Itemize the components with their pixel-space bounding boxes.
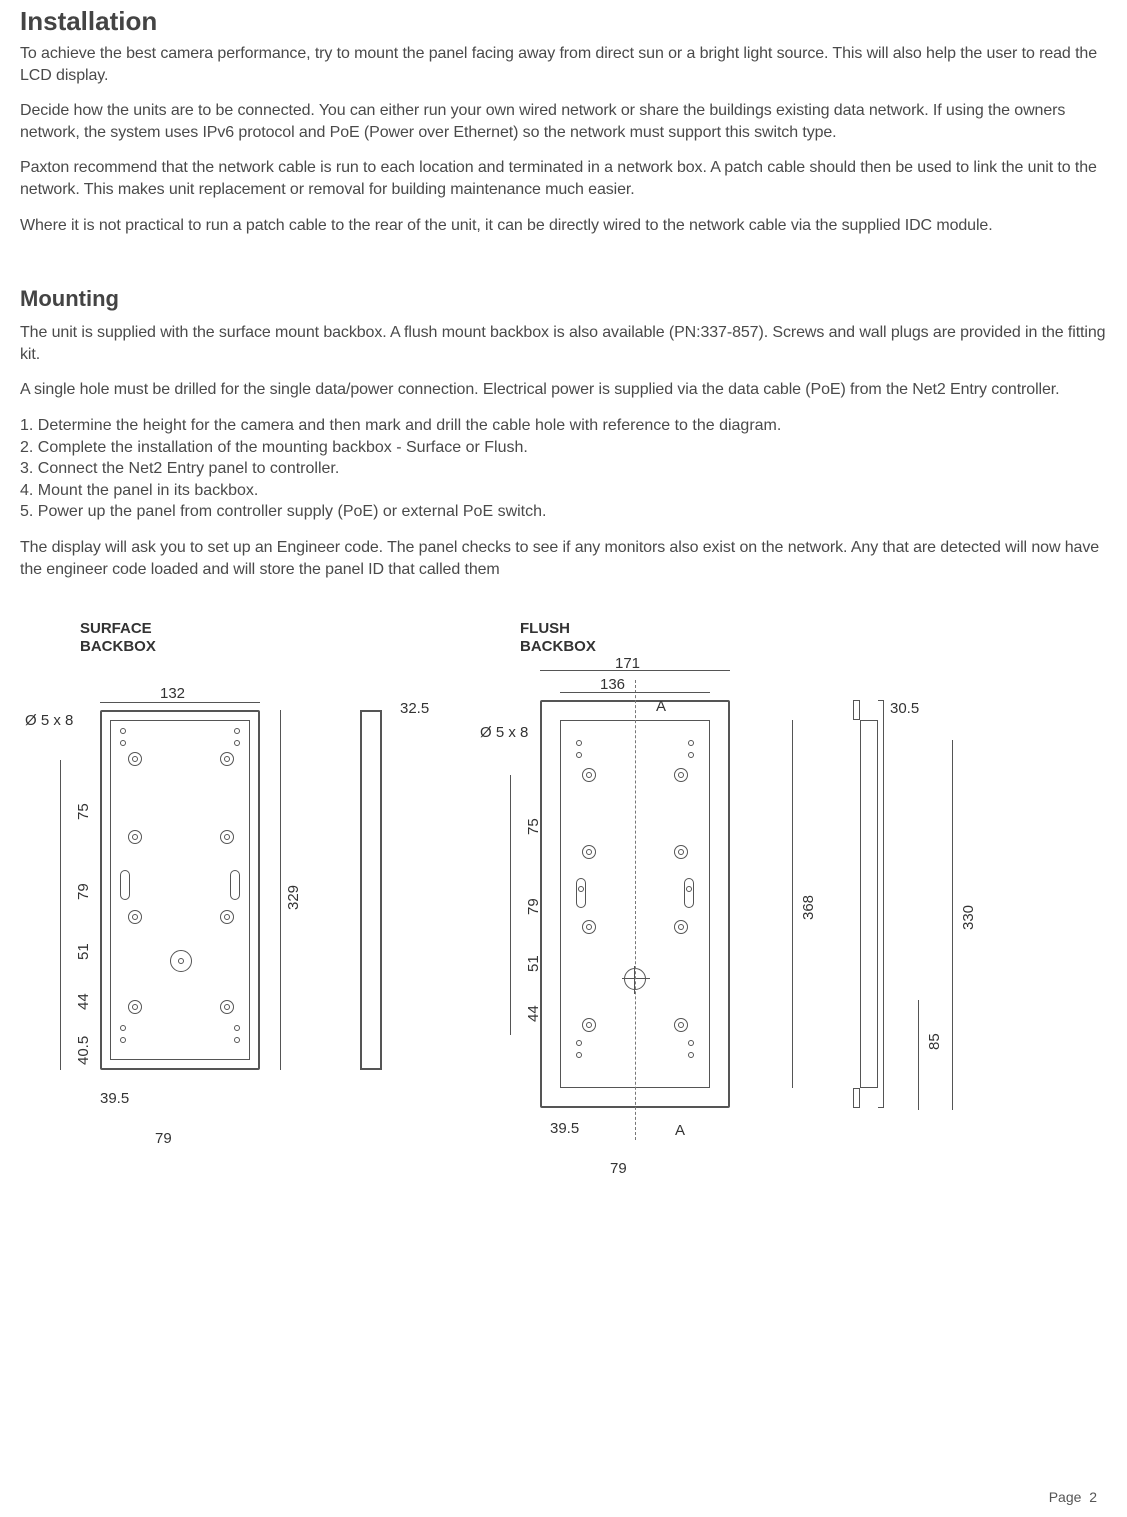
surface-slot: [120, 870, 130, 900]
para-mount-1: The unit is supplied with the surface mo…: [20, 322, 1107, 365]
flush-bighole: [582, 920, 596, 934]
dim-surface-44: 44: [75, 993, 92, 1010]
flush-bighole: [582, 768, 596, 782]
dimline: [540, 670, 730, 671]
surface-bighole: [128, 910, 142, 924]
dim-flush-136: 136: [600, 676, 625, 693]
flush-bighole: [582, 845, 596, 859]
flush-side-flange: [878, 700, 884, 1108]
dim-surface-51: 51: [75, 943, 92, 960]
step-5: 5. Power up the panel from controller su…: [20, 501, 1107, 523]
step-4: 4. Mount the panel in its backbox.: [20, 480, 1107, 502]
dim-surface-405: 40.5: [75, 1036, 92, 1065]
dim-surface-width: 132: [160, 685, 185, 702]
dim-flush-330: 330: [960, 905, 977, 930]
dim-surface-bot79: 79: [155, 1130, 172, 1147]
surface-cable-hole: [170, 950, 192, 972]
dim-flush-44: 44: [525, 1005, 542, 1022]
para-install-4: Where it is not practical to run a patch…: [20, 215, 1107, 237]
surface-backbox-title: SURFACE BACKBOX: [80, 620, 156, 656]
flush-bighole: [674, 920, 688, 934]
dimline: [100, 702, 260, 703]
dim-flush-75: 75: [525, 818, 542, 835]
dim-flush-305: 30.5: [890, 700, 919, 717]
page-footer: Page 2: [1049, 1489, 1097, 1505]
flush-backbox-title: FLUSH BACKBOX: [520, 620, 596, 656]
dim-flush-79: 79: [525, 898, 542, 915]
dim-flush-A-bot: A: [675, 1122, 685, 1139]
dimline: [280, 710, 281, 1070]
dimline: [560, 692, 710, 693]
flush-bighole: [582, 1018, 596, 1032]
para-install-1: To achieve the best camera performance, …: [20, 43, 1107, 86]
dimline: [60, 760, 61, 1070]
dimline: [792, 720, 793, 1088]
dim-surface-75: 75: [75, 803, 92, 820]
surface-bighole: [220, 752, 234, 766]
para-install-2: Decide how the units are to be connected…: [20, 100, 1107, 143]
dimline: [952, 740, 953, 1110]
flush-slot: [576, 878, 586, 908]
diagrams-area: SURFACE BACKBOX FLUSH BACKBOX Ø 5 x 8 13…: [20, 620, 1107, 1270]
surface-bighole: [128, 752, 142, 766]
surface-slot: [230, 870, 240, 900]
surface-line2: BACKBOX: [80, 638, 156, 655]
surface-bighole: [128, 1000, 142, 1014]
dim-surface-height: 329: [285, 885, 302, 910]
flush-bighole: [674, 845, 688, 859]
page-number: 2: [1089, 1489, 1097, 1505]
dim-flush-screw: Ø 5 x 8: [480, 724, 528, 741]
dim-flush-395: 39.5: [550, 1120, 579, 1137]
dimline: [918, 1000, 919, 1110]
dim-flush-bot79: 79: [610, 1160, 627, 1177]
flush-side-lip: [853, 700, 860, 720]
dimline: [510, 775, 511, 1035]
flush-line2: BACKBOX: [520, 638, 596, 655]
step-1: 1. Determine the height for the camera a…: [20, 415, 1107, 437]
surface-bighole: [220, 1000, 234, 1014]
step-3: 3. Connect the Net2 Entry panel to contr…: [20, 458, 1107, 480]
step-2: 2. Complete the installation of the moun…: [20, 437, 1107, 459]
dim-surface-screw: Ø 5 x 8: [25, 712, 73, 729]
para-mount-3: The display will ask you to set up an En…: [20, 537, 1107, 580]
dim-flush-51: 51: [525, 955, 542, 972]
flush-side-inner: [860, 720, 878, 1088]
dim-surface-395: 39.5: [100, 1090, 129, 1107]
dim-surface-79: 79: [75, 883, 92, 900]
surface-bighole: [128, 830, 142, 844]
dim-flush-A-top: A: [656, 698, 666, 715]
dim-flush-368: 368: [800, 895, 817, 920]
flush-bighole: [674, 768, 688, 782]
heading-installation: Installation: [20, 6, 1107, 37]
page-label: Page: [1049, 1489, 1082, 1505]
flush-slot: [684, 878, 694, 908]
heading-mounting: Mounting: [20, 286, 1107, 312]
para-mount-2: A single hole must be drilled for the si…: [20, 379, 1107, 401]
mounting-steps: 1. Determine the height for the camera a…: [20, 415, 1107, 523]
surface-line1: SURFACE: [80, 620, 152, 637]
dim-surface-depth: 32.5: [400, 700, 429, 717]
flush-side-lip: [853, 1088, 860, 1108]
surface-bighole: [220, 910, 234, 924]
flush-centerline: [635, 680, 636, 1140]
para-install-3: Paxton recommend that the network cable …: [20, 157, 1107, 200]
flush-bighole: [674, 1018, 688, 1032]
surface-side: [360, 710, 382, 1070]
flush-line1: FLUSH: [520, 620, 570, 637]
dim-flush-85: 85: [926, 1033, 943, 1050]
surface-bighole: [220, 830, 234, 844]
